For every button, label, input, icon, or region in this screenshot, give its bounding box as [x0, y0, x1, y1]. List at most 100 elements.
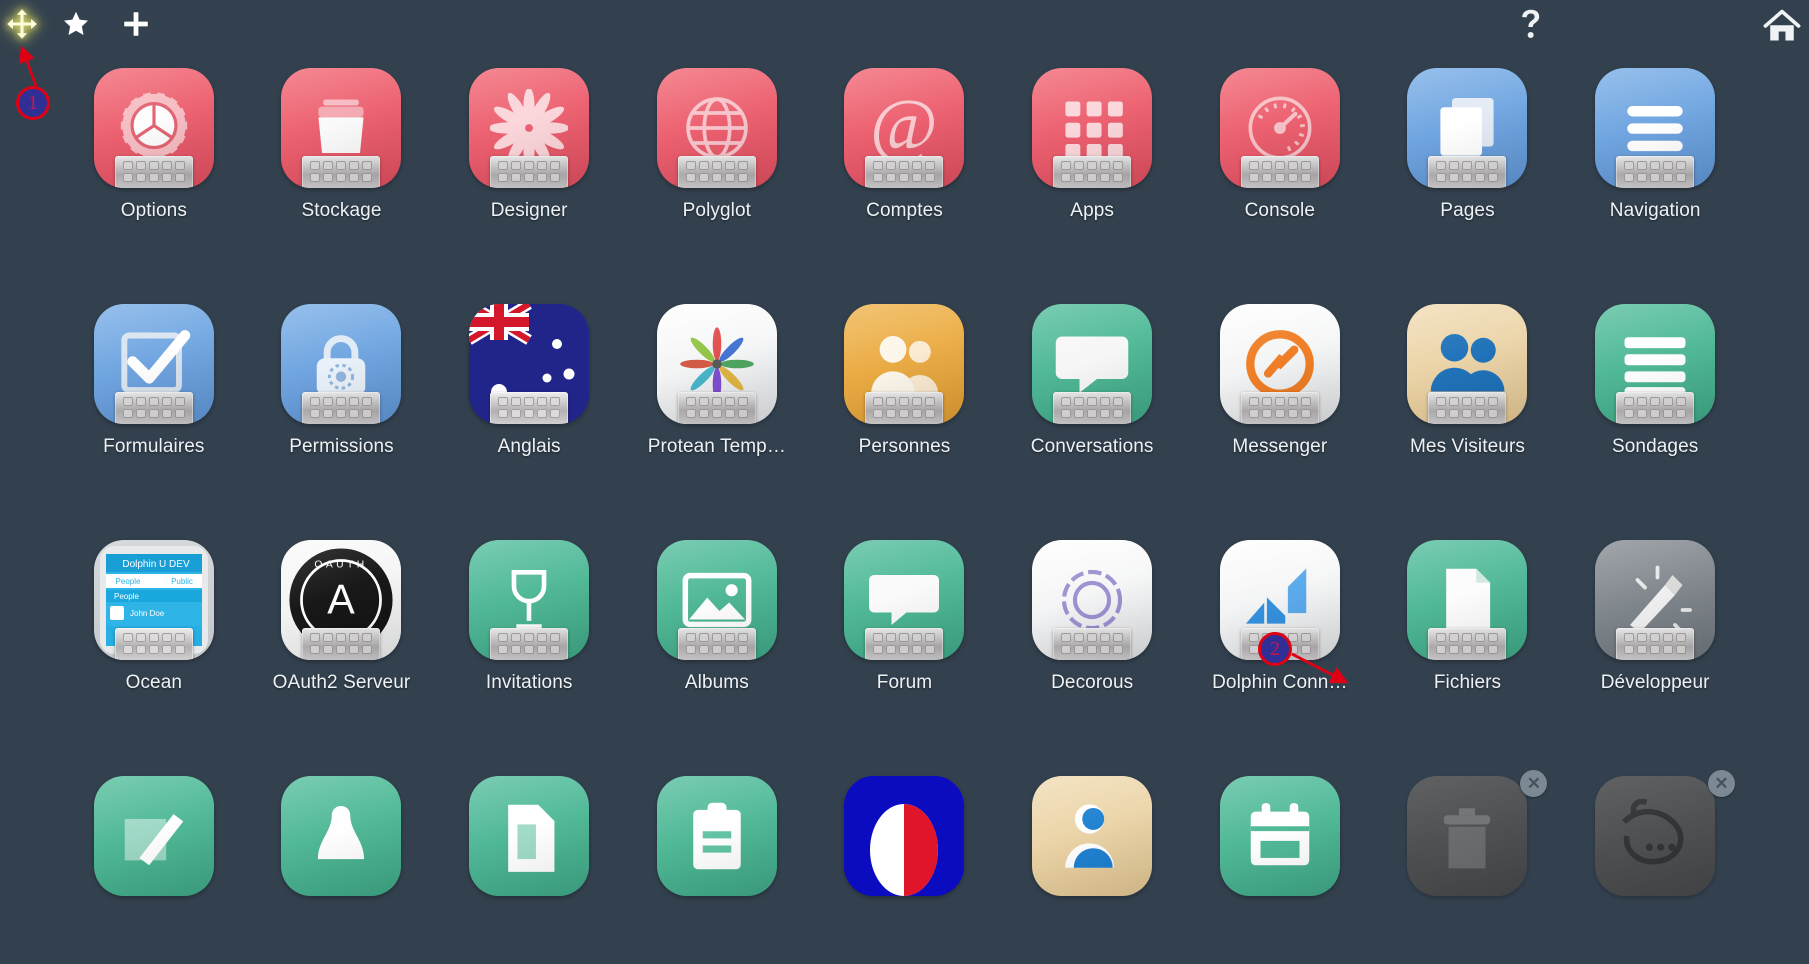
keyboard-key-row [123, 409, 185, 418]
app-tile-options[interactable]: Options [60, 50, 248, 256]
app-tile-d-veloppeur[interactable]: Développeur [1561, 522, 1749, 728]
keyboard-key [511, 173, 521, 182]
move-arrows-icon[interactable] [4, 6, 40, 42]
app-tile-row4-col6[interactable] [998, 758, 1186, 964]
keyboard-key [1249, 633, 1259, 642]
keyboard-key [349, 161, 359, 170]
app-icon-phone-screenshot-icon[interactable]: Dolphin U DEV People Public People John … [94, 540, 214, 660]
app-icon-photo-icon[interactable] [657, 540, 777, 660]
close-badge-fichiers[interactable]: ✕ [1520, 770, 1547, 797]
keyboard-key [1475, 633, 1485, 642]
keyboard-key-row [123, 161, 185, 170]
app-tile-row4-col9[interactable]: ✕ [1561, 758, 1749, 964]
app-tile-fichiers[interactable]: Fichiers [1374, 522, 1562, 728]
app-tile-permissions[interactable]: Permissions [248, 286, 436, 492]
app-tile-messenger[interactable]: Messenger [1186, 286, 1374, 492]
keyboard-plate [115, 156, 193, 188]
keyboard-key [699, 633, 709, 642]
app-tile-apps[interactable]: Apps [998, 50, 1186, 256]
app-icon-trash-can-icon[interactable] [1407, 776, 1527, 896]
app-icon-oauth-badge-icon[interactable]: A OAUTH [281, 540, 401, 660]
app-tile-row4-col3[interactable] [435, 758, 623, 964]
app-tile-row4-col8[interactable]: ✕ [1374, 758, 1562, 964]
app-tile-stockage[interactable]: Stockage [248, 50, 436, 256]
keyboard-key [498, 397, 508, 406]
app-tile-mes-visiteurs[interactable]: Mes Visiteurs [1374, 286, 1562, 492]
app-tile-comptes[interactable]: @Comptes [811, 50, 999, 256]
app-icon-bell-shape-icon[interactable] [281, 776, 401, 896]
app-tile-conversations[interactable]: Conversations [998, 286, 1186, 492]
app-tile-invitations[interactable]: Invitations [435, 522, 623, 728]
keyboard-key [725, 173, 735, 182]
app-icon-document-icon[interactable] [469, 776, 589, 896]
app-icon-checkbox-check-icon[interactable] [94, 304, 214, 424]
app-icon-connect-chart-icon[interactable] [1220, 540, 1340, 660]
app-tile-console[interactable]: Console [1186, 50, 1374, 256]
app-tile-navigation[interactable]: Navigation [1561, 50, 1749, 256]
app-icon-france-flag-icon[interactable] [844, 776, 964, 896]
app-icon-calendar-icon[interactable] [1220, 776, 1340, 896]
question-mark-icon[interactable] [1513, 6, 1549, 42]
close-badge-developpeur[interactable]: ✕ [1708, 770, 1735, 797]
app-icon-dev-tools-icon[interactable] [1595, 540, 1715, 660]
app-tile-dolphin-conn[interactable]: Dolphin Conn… [1186, 522, 1374, 728]
app-icon-dolphin-icon[interactable] [1595, 776, 1715, 896]
app-tile-formulaires[interactable]: Formulaires [60, 286, 248, 492]
keyboard-key [699, 161, 709, 170]
app-icon-speech-bubble-icon[interactable] [1032, 304, 1152, 424]
app-icon-forum-bubble-icon[interactable] [844, 540, 964, 660]
home-icon[interactable] [1759, 6, 1805, 46]
app-icon-pencil-edit-icon[interactable] [94, 776, 214, 896]
app-icon-storage-box-icon[interactable] [281, 68, 401, 188]
app-icon-visitors-icon[interactable] [1407, 304, 1527, 424]
app-tile-ocean[interactable]: Dolphin U DEV People Public People John … [60, 522, 248, 728]
keyboard-plate [1428, 156, 1506, 188]
app-icon-color-burst-icon[interactable] [657, 304, 777, 424]
keyboard-key [873, 633, 883, 642]
app-label: Navigation [1610, 200, 1701, 222]
app-tile-row4-col7[interactable] [1186, 758, 1374, 964]
app-tile-sondages[interactable]: Sondages [1561, 286, 1749, 492]
app-tile-decorous[interactable]: Decorous [998, 522, 1186, 728]
app-icon-gear-pie-icon[interactable] [94, 68, 214, 188]
app-icon-file-doc-icon[interactable] [1407, 540, 1527, 660]
app-icon-australia-flag-icon[interactable] [469, 304, 589, 424]
app-icon-globe-icon[interactable] [657, 68, 777, 188]
app-tile-personnes[interactable]: Personnes [811, 286, 999, 492]
app-icon-wine-glass-icon[interactable] [469, 540, 589, 660]
app-icon-flower-ring-icon[interactable] [1032, 540, 1152, 660]
star-icon[interactable] [58, 6, 94, 42]
app-tile-designer[interactable]: Designer [435, 50, 623, 256]
app-icon-poll-bars-icon[interactable] [1595, 304, 1715, 424]
app-icon-person-badge-icon[interactable] [1032, 776, 1152, 896]
app-icon-messenger-bolt-icon[interactable] [1220, 304, 1340, 424]
app-icon-gauge-icon[interactable] [1220, 68, 1340, 188]
app-tile-pages[interactable]: Pages [1374, 50, 1562, 256]
app-tile-row4-col2[interactable] [248, 758, 436, 964]
app-tile-polyglot[interactable]: Polyglot [623, 50, 811, 256]
keyboard-key [725, 409, 735, 418]
app-tile-row4-col5[interactable] [811, 758, 999, 964]
keyboard-key-row [1436, 409, 1498, 418]
app-tile-row4-col4[interactable] [623, 758, 811, 964]
app-tile-oauth2-serveur[interactable]: A OAUTHOAuth2 Serveur [248, 522, 436, 728]
app-tile-protean-temp[interactable]: Protean Temp… [623, 286, 811, 492]
app-icon-people-two-icon[interactable] [844, 304, 964, 424]
app-tile-row4-col1[interactable] [60, 758, 248, 964]
keyboard-key [1462, 397, 1472, 406]
app-tile-albums[interactable]: Albums [623, 522, 811, 728]
app-icon-clipboard-icon[interactable] [657, 776, 777, 896]
app-icon-padlock-icon[interactable] [281, 304, 401, 424]
app-icon-at-sign-icon[interactable]: @ [844, 68, 964, 188]
plus-icon[interactable] [118, 6, 154, 42]
app-icon-menu-bars-icon[interactable] [1595, 68, 1715, 188]
svg-text:People: People [114, 592, 139, 601]
app-tile-forum[interactable]: Forum [811, 522, 999, 728]
app-tile-anglais[interactable]: Anglais [435, 286, 623, 492]
keyboard-plate [115, 392, 193, 424]
app-icon-grid-dots-icon[interactable] [1032, 68, 1152, 188]
top-toolbar [0, 0, 1809, 50]
app-icon-asterisk-burst-icon[interactable] [469, 68, 589, 188]
app-icon-pages-stack-icon[interactable] [1407, 68, 1527, 188]
keyboard-key [1301, 633, 1311, 642]
